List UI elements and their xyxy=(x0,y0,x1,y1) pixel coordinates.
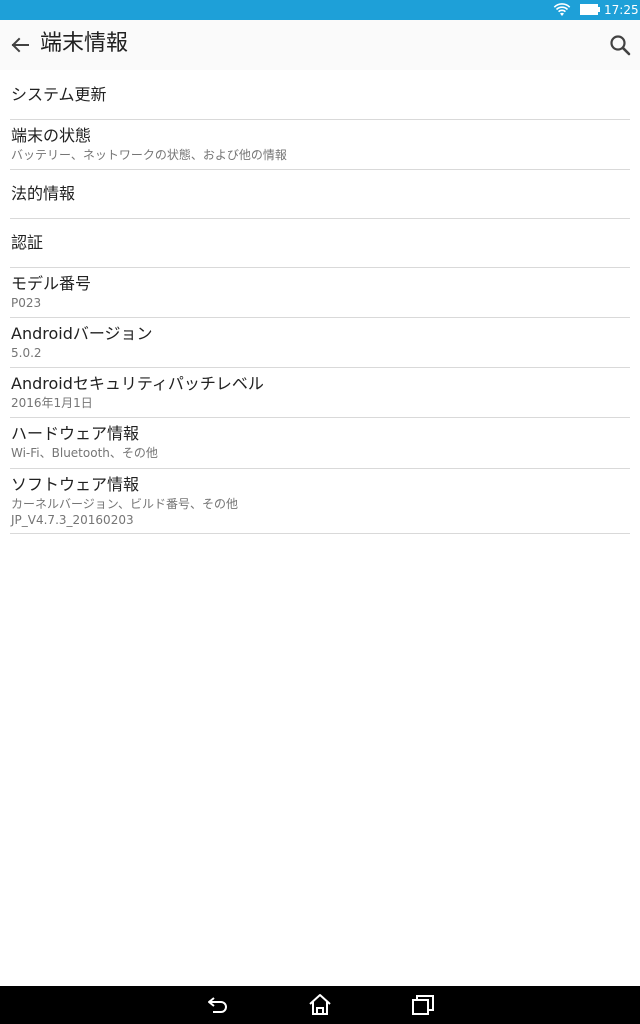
list-item-title: 端末の状態 xyxy=(11,126,92,145)
list-item-legal-info[interactable]: 法的情報 xyxy=(10,170,630,219)
search-icon[interactable] xyxy=(608,33,632,57)
list-item-summary: P023 xyxy=(11,296,42,310)
nav-back-icon[interactable] xyxy=(205,992,231,1018)
list-item-model-number[interactable]: モデル番号 P023 xyxy=(10,268,630,318)
list-item-summary: 2016年1月1日 xyxy=(11,396,93,410)
settings-list: システム更新 端末の状態 バッテリー、ネットワークの状態、および他の情報 法的情… xyxy=(0,70,640,534)
list-item-summary: バッテリー、ネットワークの状態、および他の情報 xyxy=(11,148,287,162)
list-item-title: Androidバージョン xyxy=(11,324,153,343)
list-item-title: モデル番号 xyxy=(11,274,92,293)
nav-home-icon[interactable] xyxy=(307,992,333,1018)
list-item-title: 認証 xyxy=(11,233,44,252)
app-bar: 端末情報 xyxy=(0,20,640,70)
list-item-build-number: JP_V4.7.3_20160203 xyxy=(11,513,134,527)
status-bar: 17:25 xyxy=(0,0,640,20)
page-title: 端末情報 xyxy=(40,31,129,56)
list-item-system-update[interactable]: システム更新 xyxy=(10,70,630,120)
list-item-security-patch[interactable]: Androidセキュリティパッチレベル 2016年1月1日 xyxy=(10,368,630,418)
nav-recents-icon[interactable] xyxy=(410,992,436,1018)
status-time: 17:25 xyxy=(604,3,639,17)
list-item-title: 法的情報 xyxy=(11,184,76,203)
list-item-hardware-info[interactable]: ハードウェア情報 Wi-Fi、Bluetooth、その他 xyxy=(10,418,630,469)
list-item-title: ソフトウェア情報 xyxy=(11,475,140,494)
list-item-title: Androidセキュリティパッチレベル xyxy=(11,374,264,393)
battery-icon xyxy=(580,4,600,15)
list-item-title: ハードウェア情報 xyxy=(11,424,140,443)
navigation-bar xyxy=(0,986,640,1024)
arrow-back-icon[interactable] xyxy=(8,33,32,57)
wifi-icon xyxy=(553,3,571,16)
list-item-android-version[interactable]: Androidバージョン 5.0.2 xyxy=(10,318,630,368)
list-item-summary: カーネルバージョン、ビルド番号、その他 xyxy=(11,497,239,511)
list-item-software-info[interactable]: ソフトウェア情報 カーネルバージョン、ビルド番号、その他 JP_V4.7.3_2… xyxy=(10,469,630,534)
list-item-summary: 5.0.2 xyxy=(11,346,42,360)
list-item-certification[interactable]: 認証 xyxy=(10,219,630,268)
list-item-device-status[interactable]: 端末の状態 バッテリー、ネットワークの状態、および他の情報 xyxy=(10,120,630,170)
list-item-title: システム更新 xyxy=(11,85,107,104)
list-item-summary: Wi-Fi、Bluetooth、その他 xyxy=(11,446,158,460)
